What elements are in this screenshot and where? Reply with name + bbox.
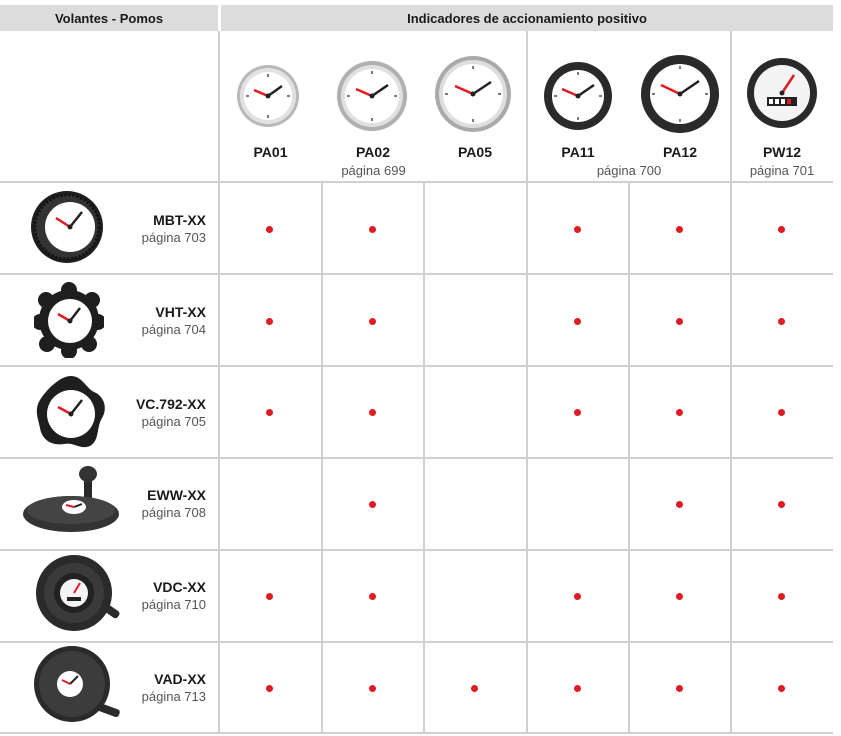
gauge-black-counter-icon (747, 58, 817, 128)
knob-five-lobe-icon (36, 376, 105, 448)
handwheel-lobed-icon (34, 282, 104, 358)
grid-line (0, 457, 833, 459)
compatibility-dot (777, 225, 785, 233)
column-page-ref: página 700 (596, 163, 662, 178)
compatibility-dot (368, 500, 376, 508)
gauge-black-large-icon (641, 55, 719, 133)
column-page-ref: página 701 (749, 163, 815, 178)
compatibility-dot (265, 408, 273, 416)
compatibility-dot (573, 592, 581, 600)
compatibility-dot (368, 684, 376, 692)
grid-line (0, 273, 833, 275)
compatibility-dot (675, 317, 683, 325)
compatibility-dot (265, 684, 273, 692)
grid-line (0, 181, 833, 183)
row-page-ref: página 705 (141, 414, 206, 429)
grid-line (218, 31, 220, 733)
column-code: PA05 (458, 144, 492, 160)
row-page-ref: página 710 (141, 597, 206, 612)
compatibility-dot (777, 408, 785, 416)
handwheel-round-icon (31, 191, 103, 263)
compatibility-dot (265, 592, 273, 600)
grid-line (0, 365, 833, 367)
column-page-ref: página 699 (341, 163, 406, 178)
grid-line (0, 732, 833, 734)
row-code: EWW-XX (147, 487, 206, 503)
row-code: VAD-XX (154, 671, 206, 687)
row-page-ref: página 703 (141, 230, 206, 245)
compatibility-dot (675, 408, 683, 416)
row-page-ref: página 704 (141, 322, 206, 337)
compatibility-dot (265, 225, 273, 233)
compatibility-dot (777, 592, 785, 600)
compatibility-dot (777, 684, 785, 692)
header-right: Indicadores de accionamiento positivo (221, 5, 833, 31)
grid-line (0, 549, 833, 551)
row-page-ref: página 713 (141, 689, 206, 704)
row-code: VC.792-XX (135, 396, 206, 412)
compatibility-dot (368, 225, 376, 233)
compatibility-dot (777, 317, 785, 325)
compatibility-dot (368, 317, 376, 325)
row-page-ref: página 708 (141, 505, 206, 520)
gauge-steel-small-icon (237, 65, 299, 127)
row-code: VHT-XX (155, 304, 206, 320)
row-code: MBT-XX (153, 212, 206, 228)
compatibility-dot (573, 408, 581, 416)
column-code: PW12 (762, 144, 802, 160)
column-code: PA11 (561, 144, 595, 160)
column-code: PA02 (356, 144, 390, 160)
gauge-steel-medium-icon (337, 61, 407, 131)
compatibility-dot (573, 317, 581, 325)
grid-line (526, 31, 528, 733)
compatibility-dot (368, 408, 376, 416)
gauge-steel-large-icon (435, 56, 511, 132)
column-code: PA01 (253, 144, 288, 160)
compatibility-dot (675, 684, 683, 692)
grid-line (0, 641, 833, 643)
compatibility-dot (573, 225, 581, 233)
gauge-black-small-icon (544, 62, 612, 130)
compatibility-dot (573, 684, 581, 692)
handwheel-spoked-handle-icon (36, 555, 120, 631)
header-left: Volantes - Pomos (0, 5, 218, 31)
grid-line (730, 31, 732, 733)
compatibility-dot (368, 592, 376, 600)
row-code: VDC-XX (153, 579, 206, 595)
column-code: PA12 (663, 144, 697, 160)
compatibility-dot (265, 317, 273, 325)
compatibility-dot (675, 500, 683, 508)
compatibility-dot (470, 684, 478, 692)
compatibility-dot (777, 500, 785, 508)
compatibility-dot (675, 225, 683, 233)
compatibility-dot (675, 592, 683, 600)
